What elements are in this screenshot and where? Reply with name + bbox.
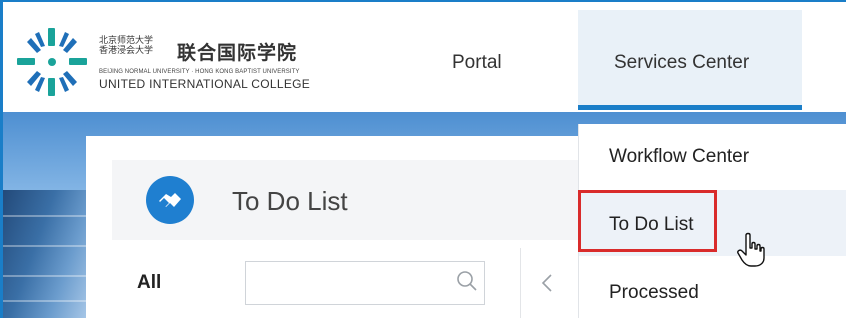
handshake-icon (146, 176, 194, 224)
menu-item-label: Processed (609, 282, 699, 303)
page-title: To Do List (232, 186, 348, 216)
highlight-box (578, 190, 717, 252)
logo-cn-name: 联合国际学院 (177, 42, 298, 64)
menu-item-workflow-center[interactable]: Workflow Center (579, 124, 846, 190)
chevron-left-icon[interactable] (540, 272, 554, 294)
uic-logo-icon[interactable] (17, 22, 87, 102)
logo-en-universities: BEIJING NORMAL UNIVERSITY · HONG KONG BA… (99, 69, 300, 75)
logo-cn-small: 北京师范大学 香港浸会大学 (99, 36, 154, 56)
building-stripe (3, 245, 88, 247)
filter-all[interactable]: All (137, 272, 161, 294)
campus-building-image (3, 190, 88, 318)
logo-en-name: UNITED INTERNATIONAL COLLEGE (99, 77, 311, 91)
hand-cursor-icon (737, 232, 765, 267)
window-left-border (0, 0, 3, 318)
building-stripe (3, 300, 88, 302)
building-stripe (3, 215, 88, 217)
search-input[interactable] (245, 261, 485, 305)
building-stripe (3, 275, 88, 277)
nav-portal[interactable]: Portal (452, 52, 502, 74)
toolbar-divider (520, 248, 521, 318)
search-icon[interactable] (455, 269, 479, 293)
menu-item-processed[interactable]: Processed (579, 256, 846, 318)
screenshot-frame: 北京师范大学 香港浸会大学 联合国际学院 BEIJING NORMAL UNIV… (0, 0, 846, 318)
active-nav-underline (578, 105, 802, 110)
menu-item-label: Workflow Center (609, 146, 750, 167)
nav-services-center[interactable]: Services Center (578, 10, 802, 110)
nav-services-center-label: Services Center (614, 52, 750, 73)
